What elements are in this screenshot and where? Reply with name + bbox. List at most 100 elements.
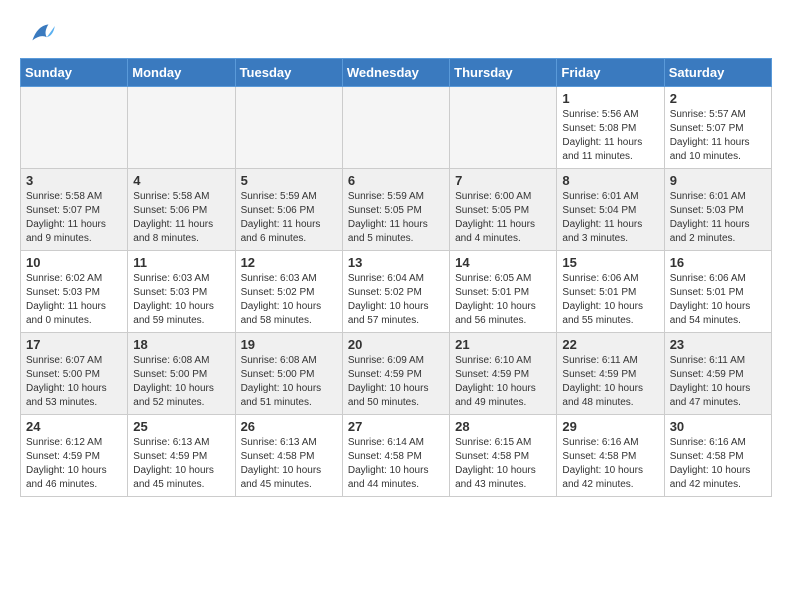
day-info: Sunrise: 6:05 AM Sunset: 5:01 PM Dayligh… xyxy=(455,272,551,328)
day-info: Sunrise: 6:06 AM Sunset: 5:01 PM Dayligh… xyxy=(562,272,658,328)
weekday-header-wednesday: Wednesday xyxy=(342,59,449,87)
day-info: Sunrise: 5:59 AM Sunset: 5:06 PM Dayligh… xyxy=(241,190,337,246)
day-info: Sunrise: 6:16 AM Sunset: 4:58 PM Dayligh… xyxy=(670,436,766,492)
day-info: Sunrise: 6:10 AM Sunset: 4:59 PM Dayligh… xyxy=(455,354,551,410)
day-info: Sunrise: 6:03 AM Sunset: 5:03 PM Dayligh… xyxy=(133,272,229,328)
day-number: 3 xyxy=(26,173,122,188)
day-info: Sunrise: 6:07 AM Sunset: 5:00 PM Dayligh… xyxy=(26,354,122,410)
calendar-cell: 5 Sunrise: 5:59 AM Sunset: 5:06 PM Daylig… xyxy=(235,169,342,251)
day-info: Sunrise: 6:14 AM Sunset: 4:58 PM Dayligh… xyxy=(348,436,444,492)
day-number: 15 xyxy=(562,255,658,270)
day-number: 5 xyxy=(241,173,337,188)
day-number: 24 xyxy=(26,419,122,434)
day-number: 13 xyxy=(348,255,444,270)
day-number: 29 xyxy=(562,419,658,434)
calendar-cell: 6 Sunrise: 5:59 AM Sunset: 5:05 PM Daylig… xyxy=(342,169,449,251)
calendar-cell: 4 Sunrise: 5:58 AM Sunset: 5:06 PM Daylig… xyxy=(128,169,235,251)
day-number: 23 xyxy=(670,337,766,352)
day-number: 2 xyxy=(670,91,766,106)
weekday-header-sunday: Sunday xyxy=(21,59,128,87)
calendar-cell xyxy=(128,87,235,169)
calendar-cell: 16 Sunrise: 6:06 AM Sunset: 5:01 PM Dayli… xyxy=(664,251,771,333)
day-info: Sunrise: 6:00 AM Sunset: 5:05 PM Dayligh… xyxy=(455,190,551,246)
calendar-cell: 23 Sunrise: 6:11 AM Sunset: 4:59 PM Dayli… xyxy=(664,333,771,415)
calendar-cell: 27 Sunrise: 6:14 AM Sunset: 4:58 PM Dayli… xyxy=(342,415,449,497)
weekday-header-monday: Monday xyxy=(128,59,235,87)
day-info: Sunrise: 5:58 AM Sunset: 5:06 PM Dayligh… xyxy=(133,190,229,246)
page-header xyxy=(0,0,792,58)
calendar-cell xyxy=(235,87,342,169)
day-number: 8 xyxy=(562,173,658,188)
day-info: Sunrise: 6:01 AM Sunset: 5:04 PM Dayligh… xyxy=(562,190,658,246)
calendar-cell: 29 Sunrise: 6:16 AM Sunset: 4:58 PM Dayli… xyxy=(557,415,664,497)
day-number: 6 xyxy=(348,173,444,188)
day-info: Sunrise: 6:15 AM Sunset: 4:58 PM Dayligh… xyxy=(455,436,551,492)
day-number: 21 xyxy=(455,337,551,352)
calendar-cell: 3 Sunrise: 5:58 AM Sunset: 5:07 PM Daylig… xyxy=(21,169,128,251)
day-number: 22 xyxy=(562,337,658,352)
calendar-cell: 25 Sunrise: 6:13 AM Sunset: 4:59 PM Dayli… xyxy=(128,415,235,497)
calendar-cell: 18Sunrise: 6:08 AM Sunset: 5:00 PM Dayli… xyxy=(128,333,235,415)
day-info: Sunrise: 5:58 AM Sunset: 5:07 PM Dayligh… xyxy=(26,190,122,246)
calendar-cell: 15 Sunrise: 6:06 AM Sunset: 5:01 PM Dayli… xyxy=(557,251,664,333)
day-info: Sunrise: 6:04 AM Sunset: 5:02 PM Dayligh… xyxy=(348,272,444,328)
calendar-cell xyxy=(342,87,449,169)
calendar-cell: 10 Sunrise: 6:02 AM Sunset: 5:03 PM Dayli… xyxy=(21,251,128,333)
weekday-header-friday: Friday xyxy=(557,59,664,87)
weekday-header-saturday: Saturday xyxy=(664,59,771,87)
calendar-cell: 24 Sunrise: 6:12 AM Sunset: 4:59 PM Dayli… xyxy=(21,415,128,497)
calendar-cell xyxy=(21,87,128,169)
day-info: Sunrise: 6:08 AM Sunset: 5:00 PM Dayligh… xyxy=(241,354,337,410)
calendar-cell: 17 Sunrise: 6:07 AM Sunset: 5:00 PM Dayli… xyxy=(21,333,128,415)
weekday-header-thursday: Thursday xyxy=(450,59,557,87)
day-info: Sunrise: 6:12 AM Sunset: 4:59 PM Dayligh… xyxy=(26,436,122,492)
day-info: Sunrise: 6:13 AM Sunset: 4:58 PM Dayligh… xyxy=(241,436,337,492)
day-number: 14 xyxy=(455,255,551,270)
calendar-cell: 11 Sunrise: 6:03 AM Sunset: 5:03 PM Dayli… xyxy=(128,251,235,333)
day-number: 27 xyxy=(348,419,444,434)
day-info: Sunrise: 6:02 AM Sunset: 5:03 PM Dayligh… xyxy=(26,272,122,328)
calendar-table: SundayMondayTuesdayWednesdayThursdayFrid… xyxy=(20,58,772,497)
day-number: 20 xyxy=(348,337,444,352)
day-info: Sunrise: 6:09 AM Sunset: 4:59 PM Dayligh… xyxy=(348,354,444,410)
calendar-cell: 1 Sunrise: 5:56 AM Sunset: 5:08 PM Daylig… xyxy=(557,87,664,169)
calendar-cell: 12 Sunrise: 6:03 AM Sunset: 5:02 PM Dayli… xyxy=(235,251,342,333)
day-number: 19 xyxy=(241,337,337,352)
day-info: Sunrise: 6:06 AM Sunset: 5:01 PM Dayligh… xyxy=(670,272,766,328)
day-info: Sunrise: 6:11 AM Sunset: 4:59 PM Dayligh… xyxy=(670,354,766,410)
day-number: 1 xyxy=(562,91,658,106)
day-number: 17 xyxy=(26,337,122,352)
weekday-header-tuesday: Tuesday xyxy=(235,59,342,87)
day-number: 7 xyxy=(455,173,551,188)
day-number: 10 xyxy=(26,255,122,270)
day-number: 25 xyxy=(133,419,229,434)
calendar-cell: 7 Sunrise: 6:00 AM Sunset: 5:05 PM Daylig… xyxy=(450,169,557,251)
day-info: Sunrise: 6:03 AM Sunset: 5:02 PM Dayligh… xyxy=(241,272,337,328)
calendar-cell: 26 Sunrise: 6:13 AM Sunset: 4:58 PM Dayli… xyxy=(235,415,342,497)
logo-icon xyxy=(26,18,58,50)
calendar-cell: 2Sunrise: 5:57 AM Sunset: 5:07 PM Daylig… xyxy=(664,87,771,169)
day-info: Sunrise: 6:01 AM Sunset: 5:03 PM Dayligh… xyxy=(670,190,766,246)
day-info: Sunrise: 5:59 AM Sunset: 5:05 PM Dayligh… xyxy=(348,190,444,246)
calendar-cell: 13 Sunrise: 6:04 AM Sunset: 5:02 PM Dayli… xyxy=(342,251,449,333)
day-info: Sunrise: 6:11 AM Sunset: 4:59 PM Dayligh… xyxy=(562,354,658,410)
logo xyxy=(24,18,58,50)
day-number: 4 xyxy=(133,173,229,188)
calendar-cell: 22 Sunrise: 6:11 AM Sunset: 4:59 PM Dayli… xyxy=(557,333,664,415)
calendar-cell: 20 Sunrise: 6:09 AM Sunset: 4:59 PM Dayli… xyxy=(342,333,449,415)
day-number: 11 xyxy=(133,255,229,270)
day-number: 12 xyxy=(241,255,337,270)
calendar-cell xyxy=(450,87,557,169)
calendar-cell: 14 Sunrise: 6:05 AM Sunset: 5:01 PM Dayli… xyxy=(450,251,557,333)
day-number: 9 xyxy=(670,173,766,188)
calendar-cell: 19 Sunrise: 6:08 AM Sunset: 5:00 PM Dayli… xyxy=(235,333,342,415)
day-info: Sunrise: 6:08 AM Sunset: 5:00 PM Dayligh… xyxy=(133,354,229,410)
day-info: Sunrise: 6:13 AM Sunset: 4:59 PM Dayligh… xyxy=(133,436,229,492)
day-info: Sunrise: 5:56 AM Sunset: 5:08 PM Dayligh… xyxy=(562,108,658,164)
day-number: 26 xyxy=(241,419,337,434)
day-number: 16 xyxy=(670,255,766,270)
day-number: 28 xyxy=(455,419,551,434)
day-info: Sunrise: 6:16 AM Sunset: 4:58 PM Dayligh… xyxy=(562,436,658,492)
day-number: 30 xyxy=(670,419,766,434)
calendar-cell: 9 Sunrise: 6:01 AM Sunset: 5:03 PM Daylig… xyxy=(664,169,771,251)
